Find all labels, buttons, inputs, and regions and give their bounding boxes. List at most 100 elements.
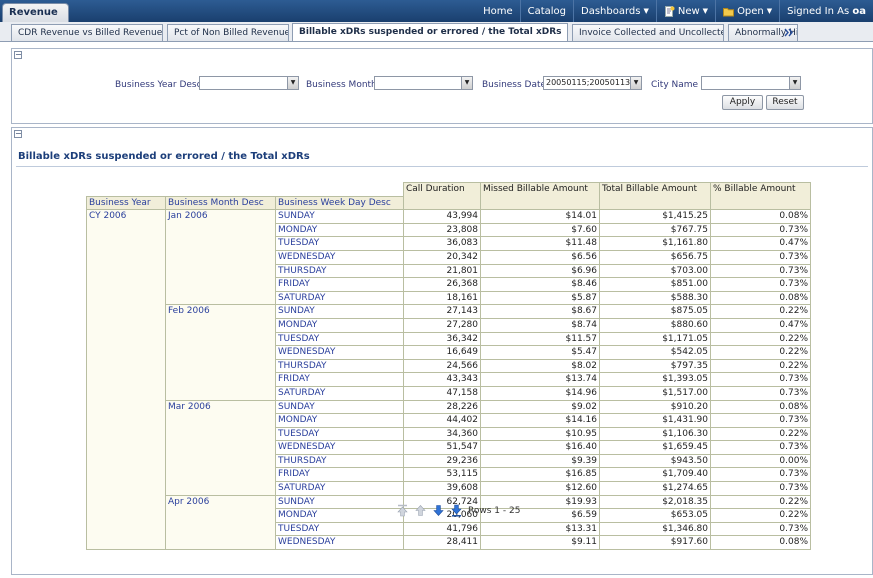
tab-billable-xdrs[interactable]: Billable xDRs suspended or errored / the…	[292, 23, 568, 41]
missed-billable-cell: $12.60	[480, 481, 600, 496]
missed-billable-cell: $9.11	[480, 535, 600, 551]
total-billable-cell: $851.00	[599, 277, 711, 292]
total-billable-cell: $1,415.25	[599, 209, 711, 224]
col-header-total-billable[interactable]: Total Billable Amount	[599, 181, 711, 211]
week-day-cell[interactable]: MONDAY	[275, 413, 404, 428]
call-duration-cell: 34,360	[403, 426, 481, 442]
call-duration-cell: 44,402	[403, 413, 481, 428]
collapse-icon[interactable]: −	[14, 130, 22, 138]
pct-billable-cell: 0.73%	[710, 372, 811, 387]
week-day-cell[interactable]: THURSDAY	[275, 358, 404, 374]
city-name-select[interactable]: ▼	[701, 76, 801, 90]
col-header-missed-billable[interactable]: Missed Billable Amount	[480, 181, 600, 211]
tab-invoice-collected[interactable]: Invoice Collected and Uncollected	[572, 24, 724, 41]
week-day-cell[interactable]: TUESDAY	[275, 331, 404, 347]
week-day-cell[interactable]: TUESDAY	[275, 426, 404, 442]
week-day-cell[interactable]: WEDNESDAY	[275, 440, 404, 455]
chevron-down-icon: ▼	[643, 7, 649, 15]
next-page-icon[interactable]	[432, 504, 445, 517]
col-header-pct-billable[interactable]: % Billable Amount	[710, 181, 811, 211]
week-day-cell[interactable]: FRIDAY	[275, 372, 404, 387]
pct-billable-cell: 0.73%	[710, 263, 811, 279]
week-day-cell[interactable]: SUNDAY	[275, 304, 404, 319]
first-page-icon[interactable]	[396, 504, 409, 517]
corner-blank	[87, 183, 166, 197]
week-day-cell[interactable]: MONDAY	[275, 508, 404, 523]
pct-billable-cell: 0.08%	[710, 535, 811, 551]
tab-pct-non-billed[interactable]: Pct of Non Billed Revenue	[167, 24, 289, 41]
week-day-cell[interactable]: SATURDAY	[275, 481, 404, 496]
week-day-cell[interactable]: SATURDAY	[275, 290, 404, 306]
week-day-cell[interactable]: SUNDAY	[275, 399, 404, 415]
dashboard-tab-revenue[interactable]: Revenue	[2, 3, 69, 22]
table-row: Feb 2006 SUNDAY 27,143 $8.67 $875.05 0.22%	[87, 304, 811, 401]
scroll-right-icon[interactable]	[784, 28, 794, 37]
total-billable-cell: $1,161.80	[599, 236, 711, 251]
corner-blank	[166, 183, 276, 197]
week-day-cell[interactable]: THURSDAY	[275, 453, 404, 469]
all-rows-icon[interactable]	[450, 504, 463, 517]
missed-billable-cell: $6.56	[480, 249, 600, 265]
missed-billable-cell: $14.96	[480, 385, 600, 401]
business-month-cell[interactable]: Mar 2006	[165, 399, 276, 496]
business-month-cell[interactable]: Jan 2006	[165, 209, 276, 306]
pct-billable-cell: 0.73%	[710, 521, 811, 537]
total-billable-cell: $1,709.40	[599, 467, 711, 483]
nav-signed-in[interactable]: Signed In As oa	[779, 0, 873, 22]
call-duration-cell: 29,236	[403, 453, 481, 469]
report-section: − Billable xDRs suspended or errored / t…	[11, 127, 873, 575]
week-day-cell[interactable]: WEDNESDAY	[275, 249, 404, 265]
nav-new[interactable]: New ▼	[655, 0, 715, 22]
prompt-section: − Business Year Desc ▼ Business Month ▼ …	[11, 48, 873, 124]
new-doc-icon	[664, 5, 675, 17]
reset-button[interactable]: Reset	[766, 95, 804, 110]
week-day-cell[interactable]: WEDNESDAY	[275, 345, 404, 360]
pct-billable-cell: 0.08%	[710, 399, 811, 415]
business-date-select[interactable]: 20050115;20050113 ▼	[543, 76, 642, 90]
tab-cdr-revenue[interactable]: CDR Revenue vs Billed Revenue	[11, 24, 163, 41]
business-month-select[interactable]: ▼	[374, 76, 473, 90]
measure-header-row: Call Duration Missed Billable Amount Tot…	[87, 181, 811, 211]
week-day-cell[interactable]: SUNDAY	[275, 209, 404, 224]
week-day-cell[interactable]: SATURDAY	[275, 385, 404, 401]
nav-catalog[interactable]: Catalog	[519, 0, 573, 22]
business-month-cell[interactable]: Feb 2006	[165, 304, 276, 401]
call-duration-cell: 39,608	[403, 481, 481, 496]
pct-billable-cell: 0.73%	[710, 222, 811, 238]
missed-billable-cell: $9.39	[480, 453, 600, 469]
week-day-cell[interactable]: TUESDAY	[275, 521, 404, 537]
week-day-cell[interactable]: FRIDAY	[275, 467, 404, 483]
nav-open[interactable]: Open ▼	[715, 0, 779, 22]
nav-home[interactable]: Home	[476, 0, 520, 22]
week-day-cell[interactable]: FRIDAY	[275, 277, 404, 292]
collapse-icon[interactable]: −	[14, 51, 22, 59]
week-day-cell[interactable]: MONDAY	[275, 222, 404, 238]
week-day-cell[interactable]: MONDAY	[275, 317, 404, 333]
row-header-business-year[interactable]: Business Year	[86, 195, 166, 211]
week-day-cell[interactable]: SUNDAY	[275, 494, 404, 510]
business-year-cell[interactable]: CY 2006	[86, 209, 166, 551]
call-duration-cell: 51,547	[403, 440, 481, 455]
nav-dashboards[interactable]: Dashboards ▼	[573, 0, 656, 22]
week-day-cell[interactable]: TUESDAY	[275, 236, 404, 251]
business-month-cell[interactable]: Apr 2006	[165, 494, 276, 551]
missed-billable-cell: $14.16	[480, 413, 600, 428]
business-year-select[interactable]: ▼	[199, 76, 299, 90]
business-month-label: Business Month	[306, 80, 377, 90]
apply-button[interactable]: Apply	[722, 95, 763, 110]
dropdown-arrow-icon: ▼	[789, 77, 800, 89]
pct-billable-cell: 0.22%	[710, 426, 811, 442]
total-billable-cell: $1,431.90	[599, 413, 711, 428]
call-duration-cell: 43,343	[403, 372, 481, 387]
week-day-cell[interactable]: WEDNESDAY	[275, 535, 404, 551]
pct-billable-cell: 0.22%	[710, 331, 811, 347]
row-header-week-day[interactable]: Business Week Day Desc	[275, 195, 404, 211]
row-header-business-month[interactable]: Business Month Desc	[165, 195, 276, 211]
signed-in-user: oa	[852, 5, 866, 17]
pct-billable-cell: 0.73%	[710, 413, 811, 428]
prev-page-icon[interactable]	[414, 504, 427, 517]
dropdown-arrow-icon: ▼	[287, 77, 298, 89]
week-day-cell[interactable]: THURSDAY	[275, 263, 404, 279]
pct-billable-cell: 0.22%	[710, 345, 811, 360]
col-header-call-duration[interactable]: Call Duration	[403, 181, 481, 211]
